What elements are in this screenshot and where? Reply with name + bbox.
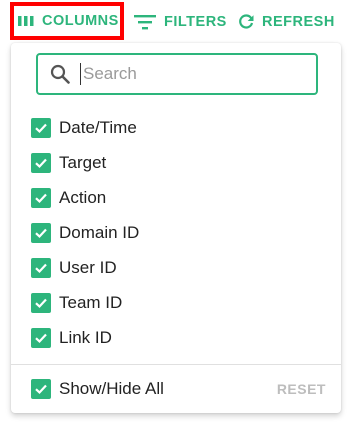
checkbox-checked-icon[interactable] <box>31 187 51 208</box>
column-label: Action <box>59 187 107 207</box>
search-icon <box>50 64 70 84</box>
column-item-link-id[interactable]: Link ID <box>31 320 139 355</box>
checkbox-checked-icon[interactable] <box>31 378 51 399</box>
column-item-target[interactable]: Target <box>31 145 139 180</box>
column-label: Team ID <box>59 292 123 312</box>
show-hide-all-toggle[interactable]: Show/Hide All <box>31 378 164 399</box>
panel-footer: Show/Hide All RESET <box>31 371 331 406</box>
column-label: Link ID <box>59 327 112 347</box>
checkbox-checked-icon[interactable] <box>31 257 51 278</box>
column-list: Date/Time Target Action Domain ID User I… <box>31 110 139 355</box>
column-label: Domain ID <box>59 222 140 242</box>
column-item-team-id[interactable]: Team ID <box>31 285 139 320</box>
columns-panel: Date/Time Target Action Domain ID User I… <box>11 43 341 413</box>
checkbox-checked-icon[interactable] <box>31 222 51 243</box>
view-column-icon <box>18 14 34 28</box>
refresh-icon <box>238 14 254 30</box>
checkbox-checked-icon[interactable] <box>31 117 51 138</box>
show-hide-all-label: Show/Hide All <box>59 378 164 398</box>
search-box[interactable] <box>36 53 318 95</box>
reset-button[interactable]: RESET <box>277 381 326 397</box>
column-item-action[interactable]: Action <box>31 180 139 215</box>
column-item-user-id[interactable]: User ID <box>31 250 139 285</box>
search-input[interactable] <box>80 63 280 85</box>
column-label: User ID <box>59 257 117 277</box>
checkbox-checked-icon[interactable] <box>31 327 51 348</box>
divider <box>11 364 341 365</box>
column-label: Target <box>59 152 107 172</box>
column-item-date-time[interactable]: Date/Time <box>31 110 139 145</box>
filters-button-label: FILTERS <box>164 14 227 30</box>
checkbox-checked-icon[interactable] <box>31 152 51 173</box>
column-item-domain-id[interactable]: Domain ID <box>31 215 139 250</box>
filter-list-icon <box>134 14 156 30</box>
checkbox-checked-icon[interactable] <box>31 292 51 313</box>
columns-button-label: COLUMNS <box>42 13 119 29</box>
filters-button[interactable]: FILTERS <box>134 0 227 44</box>
refresh-button-label: REFRESH <box>262 14 335 30</box>
columns-button[interactable]: COLUMNS <box>10 2 124 40</box>
column-label: Date/Time <box>59 117 137 137</box>
toolbar: COLUMNS FILTERS REFRESH <box>0 0 352 44</box>
refresh-button[interactable]: REFRESH <box>238 0 335 44</box>
